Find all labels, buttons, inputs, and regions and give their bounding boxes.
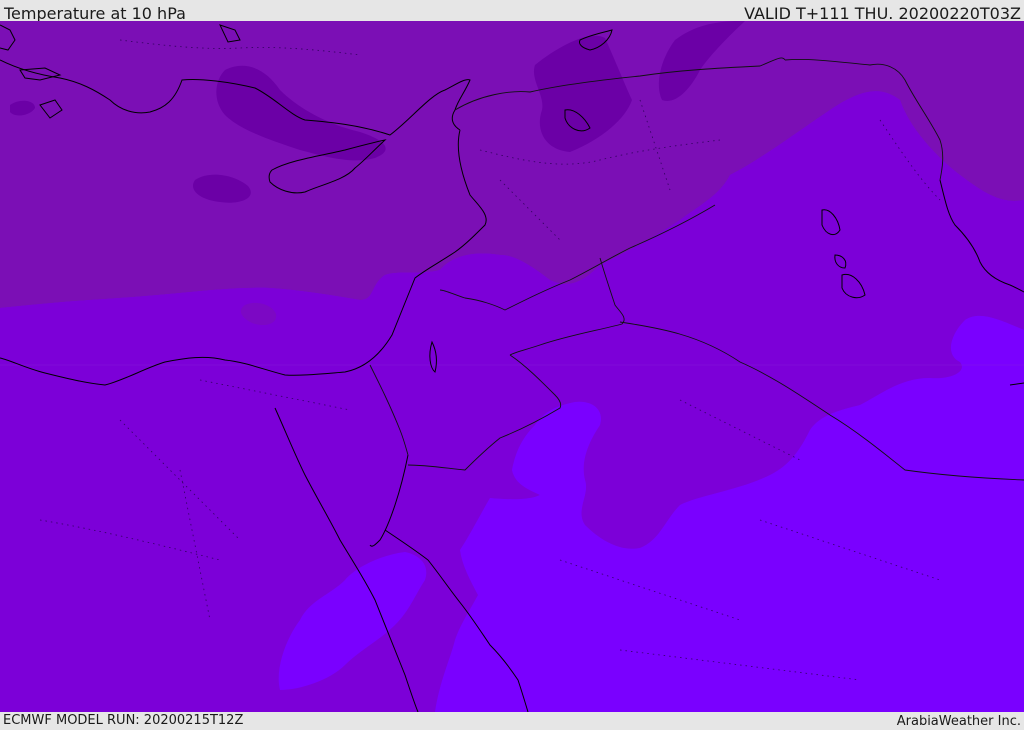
header-bar: Temperature at 10 hPa VALID T+111 THU. 2… bbox=[0, 0, 1024, 23]
credit: ArabiaWeather Inc. bbox=[896, 714, 1021, 729]
model-run: ECMWF MODEL RUN: 20200215T12Z bbox=[3, 713, 244, 728]
map-canvas bbox=[0, 21, 1024, 712]
footer-bar: ECMWF MODEL RUN: 20200215T12Z ArabiaWeat… bbox=[0, 712, 1024, 729]
temperature-map[interactable] bbox=[0, 21, 1024, 712]
